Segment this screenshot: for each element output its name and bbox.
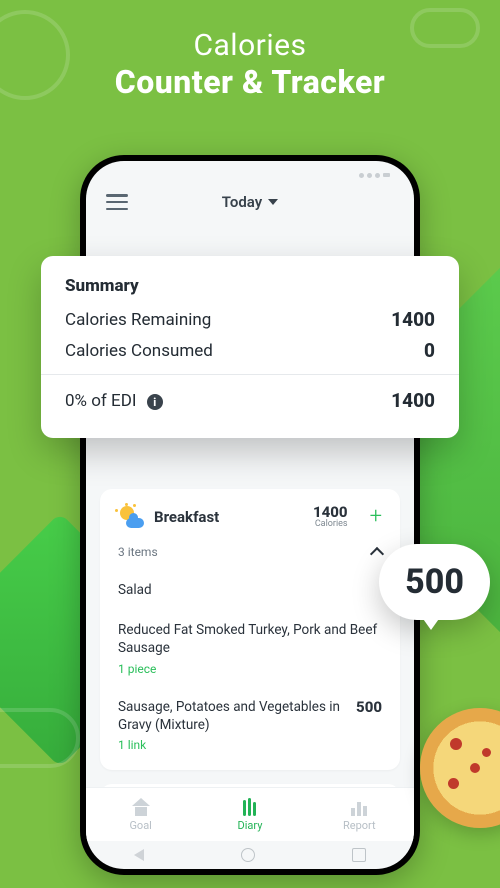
meal-title: Breakfast xyxy=(154,508,219,526)
menu-icon[interactable] xyxy=(106,194,128,210)
status-bar xyxy=(86,161,414,179)
summary-row-remaining: Calories Remaining 1400 xyxy=(65,308,435,331)
summary-row-edi: 0% of EDI i 1400 xyxy=(65,389,435,412)
caret-down-icon xyxy=(268,199,278,205)
summary-card: Summary Calories Remaining 1400 Calories… xyxy=(41,256,459,438)
date-label: Today xyxy=(222,193,262,211)
food-item[interactable]: Reduced Fat Smoked Turkey, Pork and Beef… xyxy=(118,621,382,675)
date-selector[interactable]: Today xyxy=(222,193,278,211)
meal-calories: 1400 Calories xyxy=(313,505,348,529)
summary-heading: Summary xyxy=(65,276,435,296)
nav-diary[interactable]: Diary xyxy=(195,788,304,841)
report-icon xyxy=(349,798,369,816)
meal-card-breakfast: Breakfast 1400 Calories + 3 items Salad xyxy=(100,489,400,770)
bottom-nav: Goal Diary Report xyxy=(86,787,414,841)
morning-icon xyxy=(118,506,144,528)
pizza-decoration xyxy=(420,708,500,828)
food-calories: 500 xyxy=(356,698,382,716)
callout-bubble: 500 xyxy=(379,544,490,620)
home-key[interactable] xyxy=(241,848,255,862)
nav-goal[interactable]: Goal xyxy=(86,788,195,841)
recents-key[interactable] xyxy=(352,848,366,862)
back-key[interactable] xyxy=(134,849,144,861)
food-item[interactable]: Sausage, Potatoes and Vegetables in Grav… xyxy=(118,698,382,752)
items-count: 3 items xyxy=(118,545,158,559)
hero-line2: Counter & Tracker xyxy=(0,63,500,101)
app-topbar: Today xyxy=(86,179,414,217)
nav-report[interactable]: Report xyxy=(305,788,414,841)
diary-icon xyxy=(240,798,260,816)
info-icon[interactable]: i xyxy=(147,394,163,410)
summary-row-consumed: Calories Consumed 0 xyxy=(65,339,435,362)
android-softkeys xyxy=(86,841,414,869)
home-icon xyxy=(131,798,151,816)
food-item[interactable]: Salad xyxy=(118,581,382,599)
collapse-icon[interactable] xyxy=(370,547,384,561)
add-food-button[interactable]: + xyxy=(370,506,382,528)
